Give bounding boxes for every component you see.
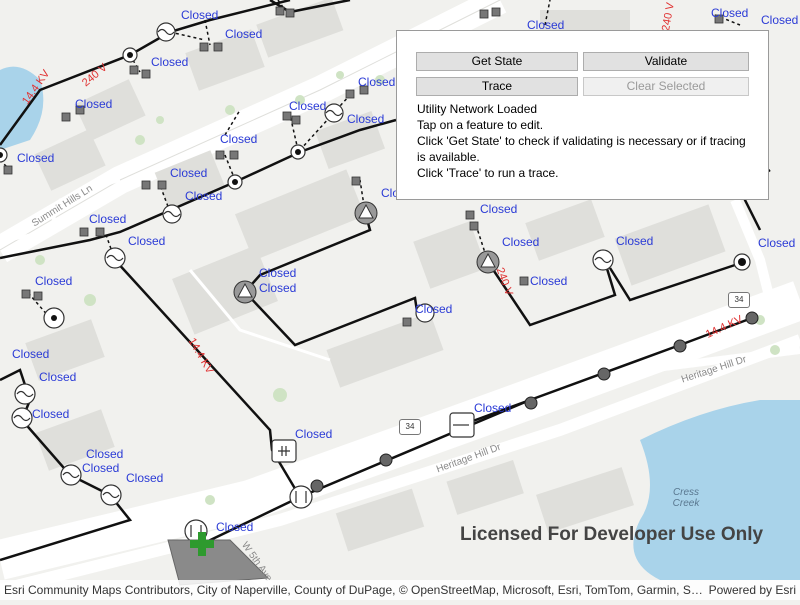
attribution-text[interactable]: Esri Community Maps Contributors, City o… xyxy=(4,583,704,597)
closed-label: Closed xyxy=(35,274,73,288)
closed-label: Closed xyxy=(12,347,50,361)
closed-label: Closed xyxy=(347,112,385,126)
closed-label: Closed xyxy=(181,8,219,22)
closed-label: Closed xyxy=(530,274,568,288)
closed-label: Closed xyxy=(761,13,799,27)
control-panel: Get State Validate Trace Clear Selected … xyxy=(396,30,769,200)
closed-label: Closed xyxy=(289,99,327,113)
route-shield: 34 xyxy=(399,419,421,435)
status-line: Click 'Get State' to check if validating… xyxy=(417,134,746,164)
closed-label: Closed xyxy=(151,55,189,69)
closed-label: Closed xyxy=(259,266,297,280)
closed-label: Closed xyxy=(616,234,654,248)
status-line: Utility Network Loaded xyxy=(417,102,538,116)
closed-label: Closed xyxy=(415,302,453,316)
status-line: Tap on a feature to edit. xyxy=(417,118,544,132)
closed-label: Closed xyxy=(39,370,77,384)
water-label: Cress Creek xyxy=(672,487,700,509)
closed-label: Closed xyxy=(711,6,749,20)
closed-label: Closed xyxy=(170,166,208,180)
validate-button[interactable]: Validate xyxy=(583,52,749,71)
status-line: Click 'Trace' to run a trace. xyxy=(417,166,559,180)
clear-selected-button[interactable]: Clear Selected xyxy=(583,77,749,96)
closed-label: Closed xyxy=(216,520,254,534)
closed-label: Closed xyxy=(220,132,258,146)
closed-label: Closed xyxy=(758,236,796,250)
closed-label: Closed xyxy=(128,234,166,248)
license-watermark: Licensed For Developer Use Only xyxy=(460,524,764,545)
closed-label: Closed xyxy=(86,447,124,461)
powered-by-esri[interactable]: Powered by Esri xyxy=(709,583,796,597)
closed-label: Closed xyxy=(75,97,113,111)
closed-label: Closed xyxy=(295,427,333,441)
closed-label: Closed xyxy=(474,401,512,415)
closed-label: Closed xyxy=(89,212,127,226)
trace-button[interactable]: Trace xyxy=(416,77,578,96)
route-shield: 34 xyxy=(728,292,750,308)
closed-label: Closed xyxy=(126,471,164,485)
status-text: Utility Network Loaded Tap on a feature … xyxy=(417,101,757,181)
closed-label: Closed xyxy=(480,202,518,216)
closed-label: Closed xyxy=(32,407,70,421)
closed-label: Closed xyxy=(225,27,263,41)
closed-label: Closed xyxy=(185,189,223,203)
closed-label: Closed xyxy=(259,281,297,295)
closed-label: Closed xyxy=(82,461,120,475)
closed-label: Closed xyxy=(17,151,55,165)
closed-label: Closed xyxy=(502,235,540,249)
closed-label: Closed xyxy=(358,75,396,89)
attribution-bar: Esri Community Maps Contributors, City o… xyxy=(0,580,800,600)
get-state-button[interactable]: Get State xyxy=(416,52,578,71)
